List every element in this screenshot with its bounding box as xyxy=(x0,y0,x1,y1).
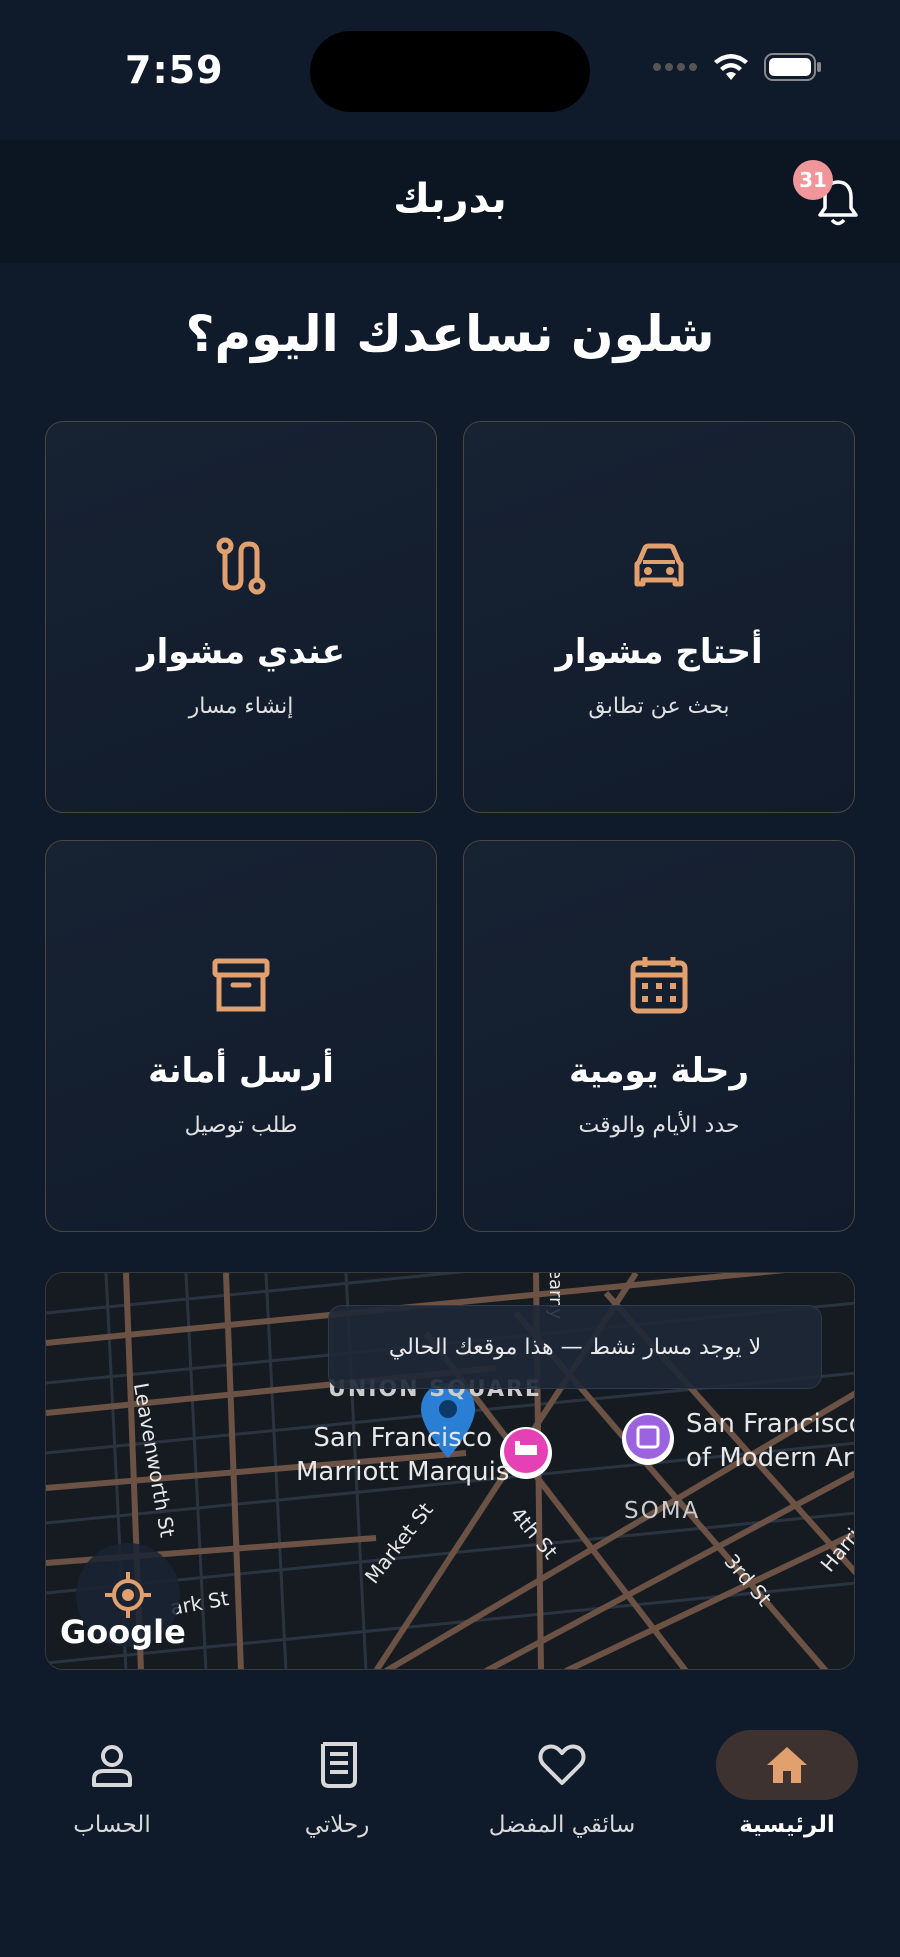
app-header: بدربك 31 xyxy=(0,140,900,263)
car-icon xyxy=(634,543,684,587)
google-logo: Google xyxy=(60,1613,186,1651)
card-subtitle: طلب توصيل xyxy=(184,1113,298,1138)
card-subtitle: بحث عن تطابق xyxy=(588,694,730,719)
receipt-icon xyxy=(321,1742,357,1788)
signal-icon xyxy=(653,63,697,71)
nav-label: رحلاتي xyxy=(304,1812,370,1838)
app-title: بدربك xyxy=(393,176,507,222)
notification-badge: 31 xyxy=(793,160,833,200)
status-icons xyxy=(652,52,822,82)
status-bar: 7:59 xyxy=(0,0,900,140)
card-subtitle: إنشاء مسار xyxy=(188,694,294,719)
map-label-marriott-line2: Marriott Marquis xyxy=(296,1457,510,1487)
nav-label: الرئيسية xyxy=(739,1812,835,1838)
person-icon xyxy=(92,1745,132,1787)
nav-home[interactable]: الرئيسية xyxy=(687,1730,887,1838)
dynamic-island xyxy=(310,31,590,112)
calendar-icon xyxy=(630,957,688,1014)
nav-favorite-driver[interactable]: سائقي المفضل xyxy=(462,1730,662,1838)
map-view[interactable]: UNION SQUARE San Francisco Marriott Marq… xyxy=(45,1272,855,1670)
map-status-banner: لا يوجد مسار نشط — هذا موقعك الحالي xyxy=(328,1305,822,1389)
map-label-museum-line2: of Modern Art xyxy=(686,1443,855,1473)
card-title: أرسل أمانة xyxy=(148,1051,334,1091)
map-label-museum-line1: San Francisco xyxy=(686,1409,855,1439)
map-label-soma: SOMA xyxy=(624,1498,701,1524)
nav-my-trips[interactable]: رحلاتي xyxy=(237,1730,437,1838)
bottom-nav: الرئيسية سائقي المفضل رحلاتي الحساب xyxy=(0,1700,900,1957)
heart-icon xyxy=(538,1744,586,1785)
card-send-parcel[interactable]: أرسل أمانة طلب توصيل xyxy=(45,840,437,1232)
card-daily-trip[interactable]: رحلة يومية حدد الأيام والوقت xyxy=(463,840,855,1232)
card-need-ride[interactable]: أحتاج مشوار بحث عن تطابق xyxy=(463,421,855,813)
route-icon xyxy=(216,537,266,595)
card-title: أحتاج مشوار xyxy=(555,632,763,672)
greeting-heading: شلون نساعدك اليوم؟ xyxy=(185,305,715,363)
nav-label: الحساب xyxy=(73,1812,151,1838)
map-label-marriott-line1: San Francisco xyxy=(313,1423,493,1453)
status-time: 7:59 xyxy=(125,48,224,92)
card-have-ride[interactable]: عندي مشوار إنشاء مسار xyxy=(45,421,437,813)
map-label-museum: San Francisco of Modern Art xyxy=(686,1407,855,1475)
map-label-marriott: San Francisco Marriott Marquis xyxy=(296,1421,509,1489)
nav-label: سائقي المفضل xyxy=(488,1812,636,1838)
archive-box-icon xyxy=(212,958,270,1012)
nav-home-pill xyxy=(716,1730,858,1800)
card-title: عندي مشوار xyxy=(137,632,345,672)
nav-account[interactable]: الحساب xyxy=(12,1730,212,1838)
wifi-icon xyxy=(714,54,748,80)
card-subtitle: حدد الأيام والوقت xyxy=(578,1113,740,1138)
battery-icon xyxy=(764,53,821,81)
card-title: رحلة يومية xyxy=(568,1051,750,1091)
home-icon xyxy=(767,1747,807,1783)
